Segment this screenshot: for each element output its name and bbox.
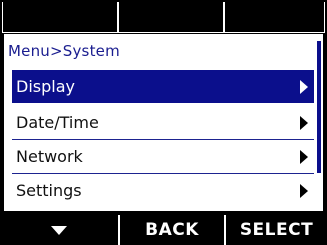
chevron-right-icon	[300, 183, 308, 198]
menu-item-date-time[interactable]: Date/Time	[12, 106, 314, 139]
breadcrumb: Menu>System	[8, 42, 120, 60]
select-button[interactable]: SELECT	[224, 215, 327, 245]
menu-item-label: Settings	[16, 181, 82, 200]
select-button-label: SELECT	[239, 220, 314, 240]
down-softkey[interactable]	[0, 215, 118, 245]
menu-item-network[interactable]: Network	[12, 140, 314, 173]
menu-item-label: Display	[16, 77, 75, 96]
back-button[interactable]: BACK	[118, 215, 224, 245]
top-softkey-right[interactable]	[224, 2, 325, 33]
menu-item-label: Date/Time	[16, 113, 99, 132]
back-button-label: BACK	[145, 220, 199, 240]
chevron-right-icon	[300, 79, 308, 94]
device-screen: Menu>System Display Date/Time Network Se…	[0, 0, 327, 245]
scrollbar[interactable]	[317, 41, 321, 173]
top-softkey-bar	[0, 0, 327, 34]
menu-panel: Menu>System Display Date/Time Network Se…	[4, 34, 323, 211]
menu-item-label: Network	[16, 147, 83, 166]
top-softkey-left[interactable]	[2, 2, 118, 33]
menu-item-display[interactable]: Display	[12, 70, 314, 103]
top-softkey-middle[interactable]	[118, 2, 224, 33]
chevron-right-icon	[300, 115, 308, 130]
menu-item-settings[interactable]: Settings	[12, 174, 314, 207]
bottom-softkey-bar: BACK SELECT	[0, 212, 327, 245]
chevron-right-icon	[300, 149, 308, 164]
down-triangle-icon	[51, 225, 67, 235]
